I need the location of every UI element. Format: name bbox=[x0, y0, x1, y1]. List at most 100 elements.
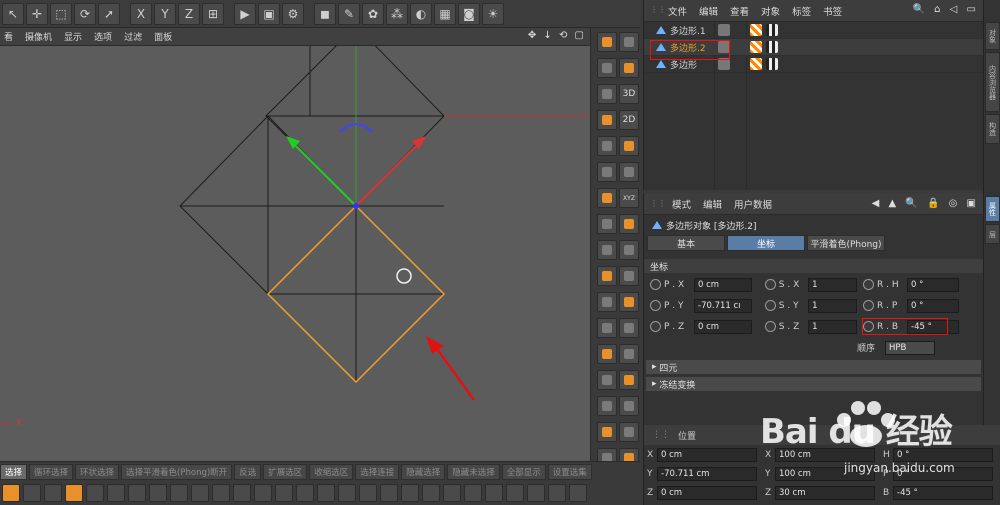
scale-y-field[interactable]: 1 bbox=[808, 298, 857, 313]
keyframe-radio[interactable] bbox=[863, 279, 874, 290]
mode-button[interactable]: 全部显示 bbox=[501, 463, 546, 480]
cm-size-z[interactable]: 30 cm bbox=[775, 485, 875, 500]
move-icon[interactable]: ✛ bbox=[26, 2, 48, 25]
keyframe-radio[interactable] bbox=[650, 279, 661, 290]
om-menu-view[interactable]: 查看 bbox=[730, 4, 749, 18]
bottom-tool-icon[interactable] bbox=[149, 484, 167, 502]
om-menu-edit[interactable]: 编辑 bbox=[699, 4, 718, 18]
side-tab-content-browser[interactable]: 内容浏览器 bbox=[985, 52, 1000, 112]
bevel-icon[interactable] bbox=[619, 240, 639, 260]
light-icon[interactable]: ☀ bbox=[482, 2, 504, 25]
cm-rot-p[interactable]: 0 ° bbox=[893, 466, 993, 481]
viewport-nav-icons[interactable]: ✥ ↓ ⟲ ▢ bbox=[528, 30, 586, 41]
brush-icon[interactable] bbox=[597, 292, 617, 312]
cm-pos-y[interactable]: -70.711 cm bbox=[657, 466, 757, 481]
bottom-tool-icon[interactable] bbox=[170, 484, 188, 502]
pen-icon[interactable]: ✎ bbox=[338, 2, 360, 25]
bottom-tool-icon[interactable] bbox=[317, 484, 335, 502]
om-menu-tags[interactable]: 标签 bbox=[792, 4, 811, 18]
weight-icon[interactable] bbox=[619, 422, 639, 442]
mode-button[interactable]: 选择平滑着色(Phong)断开 bbox=[121, 463, 233, 480]
z-axis-icon[interactable]: Z bbox=[178, 2, 200, 25]
material-tag-icon[interactable] bbox=[766, 41, 778, 53]
clone-icon[interactable] bbox=[597, 344, 617, 364]
array-icon[interactable]: ⁂ bbox=[386, 2, 408, 25]
pos-x-field[interactable]: 0 cm bbox=[694, 277, 752, 292]
mode-button[interactable]: 反选 bbox=[234, 463, 262, 480]
bottom-tool-icon[interactable] bbox=[254, 484, 272, 502]
om-tool-icons[interactable]: 🔍 ⌂ ◁ ▭ bbox=[913, 4, 979, 15]
bottom-tool-icon[interactable] bbox=[506, 484, 524, 502]
viewport-menu-camera[interactable]: 摄像机 bbox=[25, 30, 52, 43]
scale-x-field[interactable]: 1 bbox=[808, 277, 857, 292]
cube-icon[interactable]: ◼ bbox=[314, 2, 336, 25]
select-arrow-icon[interactable]: ↖ bbox=[2, 2, 24, 25]
bottom-tool-icon[interactable] bbox=[359, 484, 377, 502]
bottom-tool-icon[interactable] bbox=[569, 484, 587, 502]
bottom-tool-icon[interactable] bbox=[401, 484, 419, 502]
wrench-icon[interactable] bbox=[597, 58, 617, 78]
bottom-tool-icon[interactable] bbox=[65, 484, 83, 502]
hair-icon[interactable] bbox=[619, 396, 639, 416]
scale-z-field[interactable]: 1 bbox=[808, 319, 857, 334]
keyframe-radio[interactable] bbox=[765, 321, 776, 332]
object-row[interactable]: 多边形.1 bbox=[644, 22, 983, 39]
cursor-icon[interactable]: ➚ bbox=[98, 2, 120, 25]
bottom-tool-icon[interactable] bbox=[233, 484, 251, 502]
weld-icon[interactable] bbox=[597, 214, 617, 234]
grid-icon[interactable] bbox=[597, 110, 617, 130]
side-tab-attributes[interactable]: 属性 bbox=[985, 196, 1000, 222]
bottom-tool-icon[interactable] bbox=[548, 484, 566, 502]
material-tag-icon[interactable] bbox=[766, 58, 778, 70]
bottom-tool-icon[interactable] bbox=[527, 484, 545, 502]
knife-icon[interactable] bbox=[597, 162, 617, 182]
viewport-menu-view[interactable]: 看 bbox=[4, 30, 13, 43]
material-tag-icon[interactable] bbox=[766, 24, 778, 36]
om-menu-bookmarks[interactable]: 书签 bbox=[823, 4, 842, 18]
bottom-tool-icon[interactable] bbox=[338, 484, 356, 502]
magnet-icon[interactable] bbox=[619, 32, 639, 52]
tab-basic[interactable]: 基本 bbox=[647, 235, 725, 251]
am-menu-edit[interactable]: 编辑 bbox=[703, 197, 722, 211]
x-axis-icon[interactable]: X bbox=[130, 2, 152, 25]
keyframe-radio[interactable] bbox=[765, 279, 776, 290]
visibility-toggle-icon[interactable] bbox=[718, 24, 730, 36]
phong-tag-icon[interactable] bbox=[750, 58, 762, 70]
paint-icon[interactable] bbox=[619, 266, 639, 286]
bottom-tool-icon[interactable] bbox=[485, 484, 503, 502]
bottom-tool-icon[interactable] bbox=[422, 484, 440, 502]
bottom-tool-icon[interactable] bbox=[107, 484, 125, 502]
scale-icon[interactable]: ⬚ bbox=[50, 2, 72, 25]
grid-icon[interactable] bbox=[597, 84, 617, 104]
cloth-icon[interactable] bbox=[597, 396, 617, 416]
cm-pos-z[interactable]: 0 cm bbox=[657, 485, 757, 500]
mode-button[interactable]: 循环选择 bbox=[29, 463, 74, 480]
grip-icon[interactable]: ⋮⋮ bbox=[650, 199, 666, 208]
fill-icon[interactable] bbox=[597, 370, 617, 390]
bridge-icon[interactable] bbox=[619, 162, 639, 182]
object-name[interactable]: 多边形.1 bbox=[670, 24, 706, 37]
am-menu-mode[interactable]: 模式 bbox=[672, 197, 691, 211]
render-picture-icon[interactable]: ▣ bbox=[258, 2, 280, 25]
render-settings-icon[interactable]: ⚙ bbox=[282, 2, 304, 25]
om-menu-object[interactable]: 对象 bbox=[761, 4, 780, 18]
two-d-icon[interactable]: 2D bbox=[619, 110, 639, 130]
grip-icon[interactable]: ⋮⋮ bbox=[650, 5, 666, 17]
deformer-icon[interactable]: ◐ bbox=[410, 2, 432, 25]
rot-p-field[interactable]: 0 ° bbox=[907, 298, 959, 313]
cm-size-x[interactable]: 100 cm bbox=[775, 447, 875, 462]
bottom-tool-icon[interactable] bbox=[212, 484, 230, 502]
side-tab-structure[interactable]: 构造 bbox=[985, 114, 1000, 144]
bottom-tool-icon[interactable] bbox=[128, 484, 146, 502]
collapse-quaternion[interactable]: ▸ 四元 bbox=[646, 360, 981, 374]
mode-button[interactable]: 隐藏未选择 bbox=[447, 463, 500, 480]
loop-icon[interactable] bbox=[619, 344, 639, 364]
mode-button[interactable]: 环状选择 bbox=[75, 463, 120, 480]
keyframe-radio[interactable] bbox=[863, 300, 874, 311]
world-coords-icon[interactable]: ⊞ bbox=[202, 2, 224, 25]
tab-phong[interactable]: 平滑着色(Phong) bbox=[807, 235, 885, 251]
scale-tool-icon[interactable] bbox=[597, 188, 617, 208]
rotate-tool-icon[interactable] bbox=[619, 136, 639, 156]
side-tab-layers[interactable]: 层 bbox=[985, 224, 1000, 244]
y-axis-icon[interactable]: Y bbox=[154, 2, 176, 25]
